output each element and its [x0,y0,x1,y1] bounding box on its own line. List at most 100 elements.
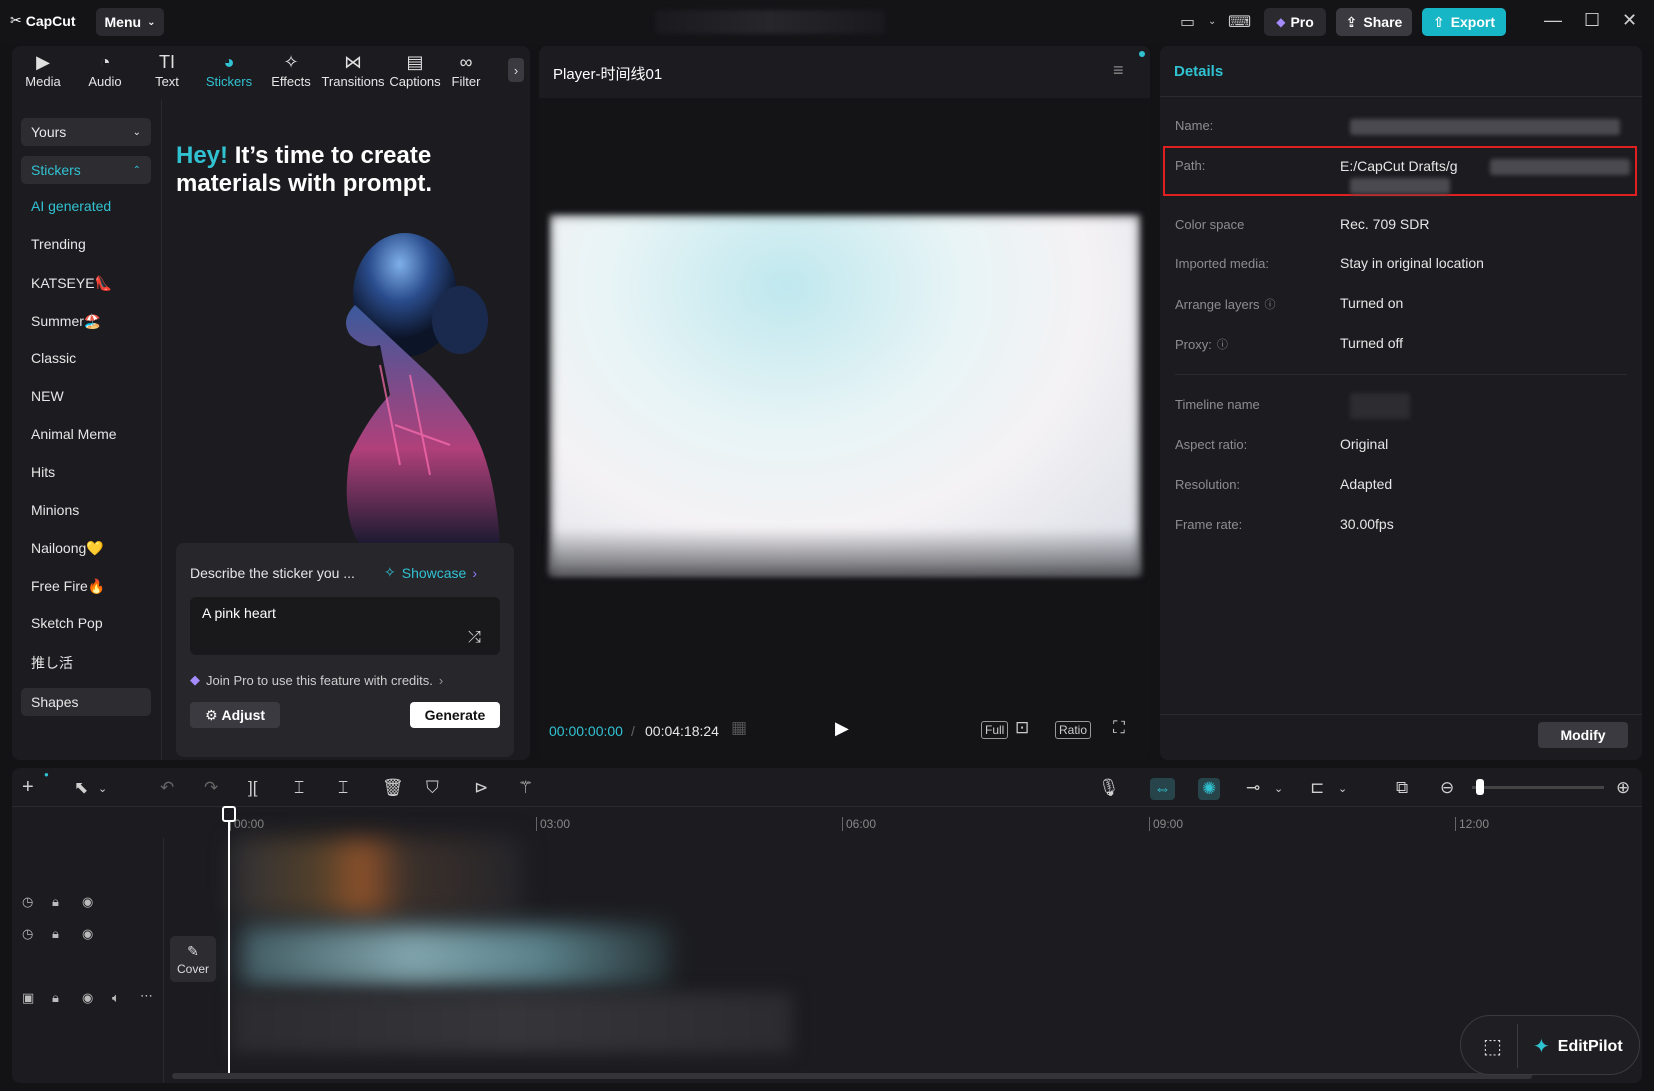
close-icon[interactable]: ✕ [1622,10,1637,31]
category-new[interactable]: NEW [31,388,64,404]
join-pro-notice[interactable]: ◆ Join Pro to use this feature with cred… [190,672,443,688]
generate-button[interactable]: Generate [410,702,500,728]
info-icon[interactable]: ⓘ [1265,296,1276,312]
showcase-link[interactable]: ✧ Showcase › [384,564,477,581]
category-nailoong[interactable]: Nailoong💛 [31,540,104,557]
volume-icon[interactable]: 🔈︎ [112,990,120,1006]
category-hits[interactable]: Hits [31,464,55,480]
modify-button[interactable]: Modify [1538,722,1628,748]
lock-icon[interactable]: 🔒︎ [52,926,59,942]
playhead-handle[interactable] [222,806,236,822]
shield-icon[interactable]: ⛉ [426,778,439,798]
tab-audio[interactable]: ◔ Audio [74,46,136,96]
diamond-icon: ◆ [1276,15,1286,29]
stickers-dropdown[interactable]: Stickers ⌃ [21,156,151,184]
split-icon[interactable]: ][ [248,778,257,798]
category-oshikatsu[interactable]: 推し活 [31,653,73,673]
link-icon[interactable]: ⊸ [1246,778,1260,798]
redo-icon[interactable]: ↷ [204,778,218,798]
editpilot-button[interactable]: ✦ EditPilot [1533,1034,1623,1059]
timeline-ruler[interactable]: 00:00 03:00 06:00 09:00 12:00 [12,806,1642,834]
undo-icon[interactable]: ↶ [160,778,174,798]
tab-media[interactable]: ▶ Media [12,46,74,96]
tab-stickers[interactable]: ◕ Stickers [198,46,260,96]
eye-icon[interactable]: ◉ [82,894,93,910]
category-ai-generated[interactable]: AI generated [31,198,111,214]
clock-icon[interactable]: ◷ [22,894,33,910]
cursor-select-icon[interactable]: ⬚ [1483,1034,1502,1059]
category-trending[interactable]: Trending [31,236,86,252]
category-katseye[interactable]: KATSEYE👠 [31,275,112,292]
play-icon[interactable]: ▶ [835,718,849,739]
zoom-frame-icon[interactable]: ⊡ [1015,718,1029,738]
aspect-ratio-label: Aspect ratio: [1175,437,1248,452]
tab-filter[interactable]: ∞ Filter [446,46,486,96]
category-minions[interactable]: Minions [31,502,79,518]
select-cursor-icon[interactable]: ⬉ [74,778,88,798]
timeline-clip-blurred[interactable] [240,926,670,986]
zoom-slider-handle[interactable] [1476,779,1484,795]
tab-text[interactable]: TI Text [136,46,198,96]
zoom-slider-track[interactable] [1472,786,1604,789]
sticker-prompt-input[interactable]: A pink heart ⤮ [190,597,500,655]
tab-transitions[interactable]: ⋈ Transitions [321,46,384,96]
playhead-line[interactable] [228,808,230,1078]
shapes-dropdown[interactable]: Shapes [21,688,151,716]
category-classic[interactable]: Classic [31,350,76,366]
shortcut-keyboard-icon[interactable]: ⌨ [1228,12,1251,32]
eye-icon[interactable]: ◉ [82,990,93,1006]
player-viewport[interactable]: 00:00:00:00 / 00:04:18:24 ▦ ▶ Full ⊡ Rat… [539,98,1150,760]
trim-left-icon[interactable]: ⌶ [294,778,304,798]
full-button[interactable]: Full [981,721,1009,739]
shuffle-icon[interactable]: ⤮ [468,629,481,647]
category-animal-meme[interactable]: Animal Meme [31,426,117,442]
category-free-fire[interactable]: Free Fire🔥 [31,578,105,595]
menu-button[interactable]: Menu ⌄ [96,8,164,36]
freeze-icon[interactable]: ⊳ [474,778,488,798]
add-icon[interactable]: + [22,776,34,799]
clock-icon[interactable]: ◷ [22,926,33,942]
zoom-out-icon[interactable]: ⊖ [1440,778,1454,798]
layout-icon[interactable]: ▭ [1180,12,1195,32]
timeline-clip-blurred[interactable] [232,993,792,1053]
adjust-button[interactable]: ⚙ Adjust [190,702,280,728]
lock-icon[interactable]: 🔒︎ [52,990,59,1006]
fit-timeline-icon[interactable]: ⧉ [1396,778,1408,798]
chevron-down-icon[interactable]: ⌄ [1274,782,1283,795]
share-button[interactable]: ⇪ Share [1336,8,1412,36]
proxy-value: Turned off [1340,335,1404,351]
zoom-in-icon[interactable]: ⊕ [1616,778,1630,798]
export-button[interactable]: ⇧ Export [1422,8,1506,36]
magnet-link-icon[interactable]: ⇔ [1150,778,1175,800]
timeline-scrollbar[interactable] [172,1073,1532,1079]
yours-dropdown[interactable]: Yours ⌄ [21,118,151,146]
eye-icon[interactable]: ◉ [82,926,93,942]
category-sketch-pop[interactable]: Sketch Pop [31,615,103,631]
maximize-icon[interactable]: ☐ [1584,10,1600,31]
hamburger-menu-icon[interactable]: ≡ [1113,60,1124,81]
minimize-icon[interactable]: — [1544,10,1562,31]
layout-chevron-icon[interactable]: ⌄ [1208,16,1216,27]
tools-scroll-right-button[interactable]: › [508,58,524,82]
tab-captions[interactable]: ▤ Captions [384,46,446,96]
video-track-icon[interactable]: ▣ [22,990,34,1006]
chevron-down-icon[interactable]: ⌄ [98,782,107,795]
preview-axis-icon[interactable]: ⊏ [1310,778,1324,798]
lock-icon[interactable]: 🔒︎ [52,894,59,910]
auto-snap-icon[interactable]: ✺ [1198,778,1221,800]
info-icon[interactable]: ⓘ [1217,336,1228,352]
trim-right-icon[interactable]: ⌶ [338,778,348,798]
category-summer[interactable]: Summer🏖️ [31,313,101,330]
cover-button[interactable]: ✎ Cover [170,936,216,982]
grid-icon[interactable]: ▦ [731,718,747,738]
tab-effects[interactable]: ✧ Effects [260,46,322,96]
delete-icon[interactable]: 🗑 [382,778,404,798]
timeline-clip-blurred[interactable] [232,838,522,916]
pro-button[interactable]: ◆ Pro [1264,8,1326,36]
more-icon[interactable]: ⋯ [140,988,153,1004]
chevron-down-icon[interactable]: ⌄ [1338,782,1347,795]
fullscreen-icon[interactable]: ⛶ [1113,718,1125,738]
magic-wand-icon[interactable]: ⚚ [518,778,533,798]
microphone-icon[interactable]: 🎙 [1098,778,1120,798]
ratio-button[interactable]: Ratio [1055,721,1092,739]
